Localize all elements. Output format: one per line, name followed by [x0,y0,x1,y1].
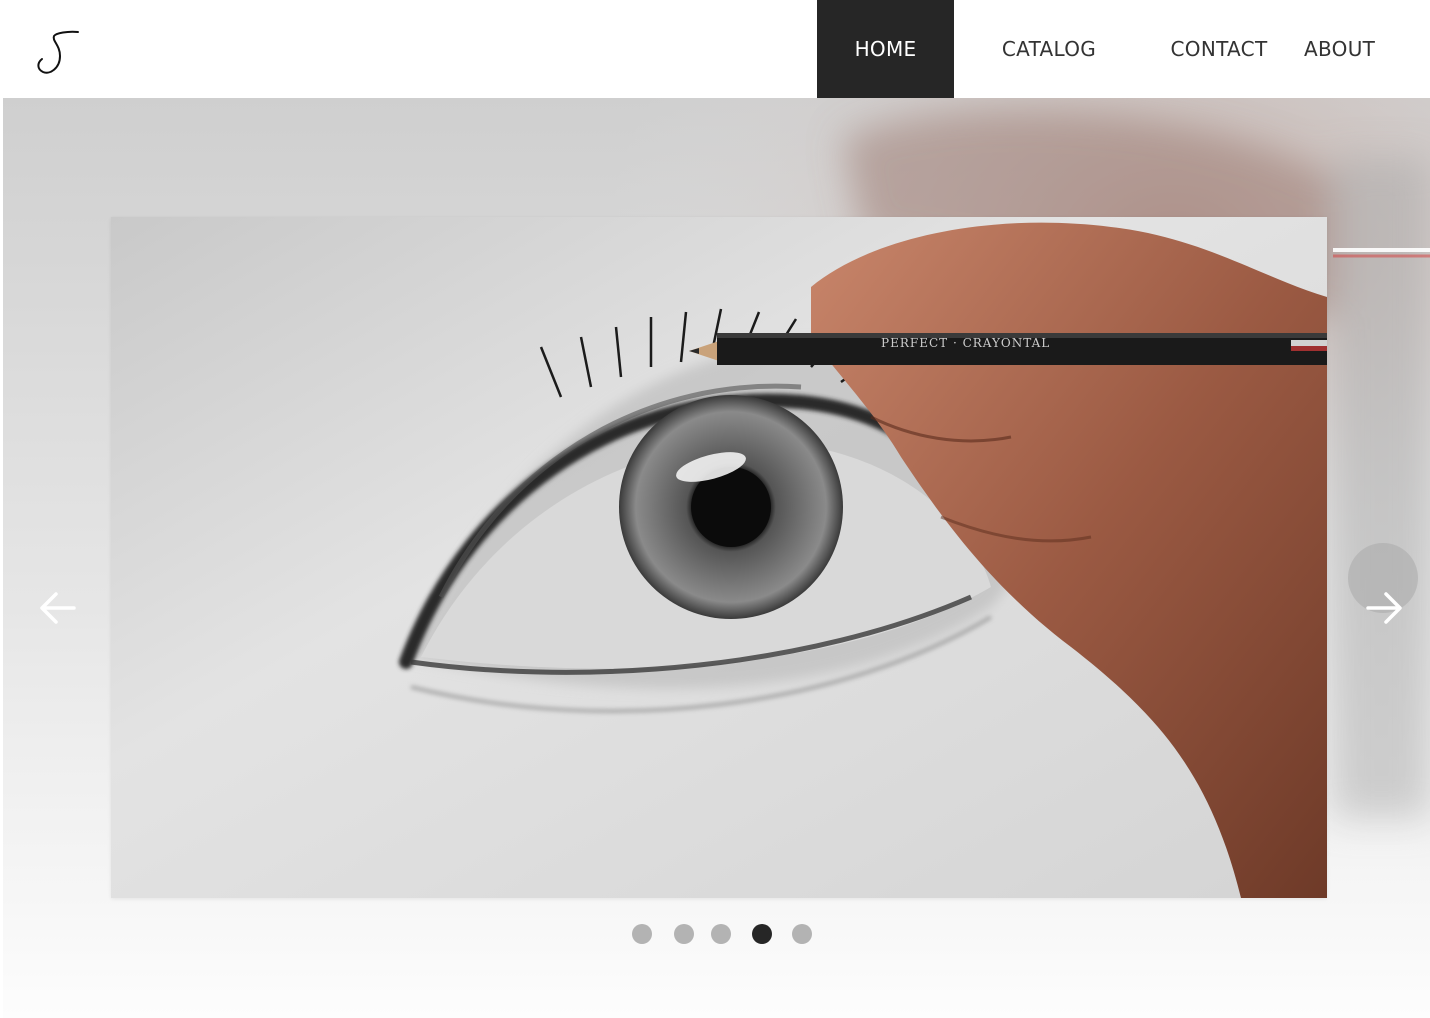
nav-home[interactable]: HOME [817,0,954,98]
slider-pagination [3,924,1430,946]
slide-dot-5[interactable] [792,924,812,944]
site-header: HOME CATALOG CONTACT ABOUT [0,0,1430,98]
slide-dot-2[interactable] [674,924,694,944]
slide-dot-4[interactable] [752,924,772,944]
logo-s-icon[interactable] [34,28,84,78]
main-nav: HOME CATALOG CONTACT ABOUT [817,0,1430,98]
nav-catalog[interactable]: CATALOG [954,0,1144,98]
arrow-right-icon [1366,592,1402,624]
nav-about[interactable]: ABOUT [1294,0,1430,98]
nav-contact[interactable]: CONTACT [1144,0,1294,98]
arrow-left-icon [40,592,76,624]
slide-image: PERFECT · CRAYONTAL [111,217,1327,898]
prev-slide-button[interactable] [33,583,83,633]
hero-slider: PERFECT · CRAYONTAL [3,98,1430,1018]
slide-dot-1[interactable] [632,924,652,944]
slide-dot-3[interactable] [711,924,731,944]
svg-text:PERFECT · CRAYONTAL: PERFECT · CRAYONTAL [881,336,1050,350]
next-slide-button[interactable] [1359,583,1409,633]
